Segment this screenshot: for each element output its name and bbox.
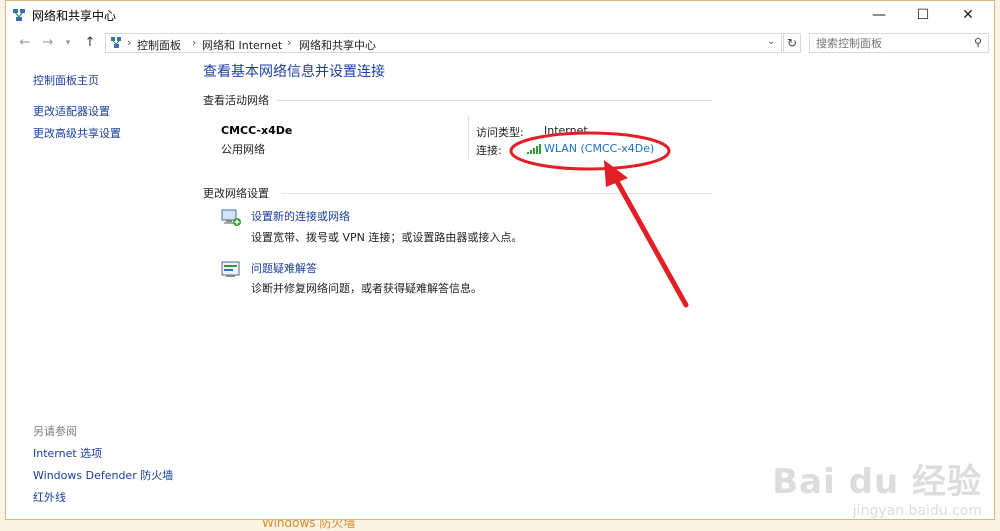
setup-new-connection-link[interactable]: 设置新的连接或网络 — [251, 208, 350, 224]
search-box: ⚲ — [809, 33, 989, 53]
section-divider — [276, 100, 712, 101]
network-center-icon — [13, 9, 25, 21]
see-also-internet-options[interactable]: Internet 选项 — [33, 445, 102, 461]
network-type[interactable]: 公用网络 — [221, 141, 265, 157]
troubleshoot-link[interactable]: 问题疑难解答 — [251, 260, 317, 276]
troubleshoot-description: 诊断并修复网络问题，或者获得疑难解答信息。 — [251, 282, 482, 295]
control-panel-icon — [111, 37, 121, 48]
address-dropdown-icon[interactable]: ⌄ — [767, 36, 775, 47]
change-settings-label: 更改网络设置 — [203, 187, 269, 200]
maximize-button[interactable]: ☐ — [901, 1, 945, 29]
connection-label: 连接: — [476, 144, 502, 157]
search-input[interactable] — [816, 36, 966, 50]
navigation-bar: ← → ▾ ↑ › 控制面板 › 网络和 Internet › 网络和共享中心 … — [6, 29, 994, 57]
see-also-windows-defender-firewall[interactable]: Windows Defender 防火墙 — [33, 467, 173, 483]
sidebar-item-change-adapter-settings[interactable]: 更改适配器设置 — [33, 103, 110, 119]
breadcrumb-network-internet[interactable]: 网络和 Internet — [202, 37, 282, 53]
forward-arrow-icon[interactable]: → — [40, 35, 56, 51]
window-title: 网络和共享中心 — [32, 9, 117, 23]
see-also-heading: 另请参阅 — [33, 425, 77, 438]
breadcrumb-separator-icon[interactable]: › — [192, 36, 196, 49]
wlan-connection-link[interactable]: WLAN (CMCC-x4De) — [544, 142, 654, 155]
refresh-icon[interactable]: ↻ — [783, 33, 801, 53]
breadcrumb-separator-icon[interactable]: › — [287, 36, 291, 49]
address-box[interactable]: › 控制面板 › 网络和 Internet › 网络和共享中心 ⌄ — [105, 33, 782, 53]
sidebar-item-change-advanced-sharing[interactable]: 更改高级共享设置 — [33, 125, 121, 141]
setup-new-connection-description: 设置宽带、拨号或 VPN 连接；或设置路由器或接入点。 — [251, 231, 523, 244]
network-sharing-center-window: 网络和共享中心 — ☐ ✕ ← → ▾ ↑ › 控制面板 › 网络和 Inter… — [5, 0, 995, 520]
watermark-url: jingyan.baidu.com — [852, 503, 982, 519]
sidebar-item-control-panel-home[interactable]: 控制面板主页 — [33, 72, 99, 88]
breadcrumb-network-sharing-center[interactable]: 网络和共享中心 — [299, 37, 376, 53]
recent-dropdown-icon[interactable]: ▾ — [60, 35, 76, 51]
breadcrumb-separator-icon: › — [127, 36, 132, 49]
access-type-value: Internet — [544, 124, 588, 137]
breadcrumb-control-panel[interactable]: 控制面板 — [137, 37, 181, 53]
section-divider — [282, 193, 712, 194]
back-arrow-icon[interactable]: ← — [17, 35, 33, 51]
watermark-logo-text: Bai du 经验 — [772, 462, 982, 502]
wifi-signal-icon — [527, 144, 541, 154]
close-button[interactable]: ✕ — [946, 1, 990, 29]
network-name: CMCC-x4De — [221, 124, 293, 137]
troubleshoot-icon — [221, 261, 240, 277]
see-also-infrared[interactable]: 红外线 — [33, 489, 66, 505]
title-bar: 网络和共享中心 — ☐ ✕ — [6, 1, 994, 29]
baidu-watermark: Bai du 经验 jingyan.baidu.com — [772, 454, 982, 519]
page-title: 查看基本网络信息并设置连接 — [203, 64, 385, 80]
access-type-label: 访问类型: — [476, 126, 524, 139]
new-connection-icon — [221, 209, 241, 226]
active-networks-label: 查看活动网络 — [203, 94, 269, 107]
vertical-divider — [468, 115, 469, 159]
minimize-button[interactable]: — — [857, 1, 901, 29]
search-icon[interactable]: ⚲ — [974, 36, 982, 49]
up-arrow-icon[interactable]: ↑ — [82, 35, 98, 51]
